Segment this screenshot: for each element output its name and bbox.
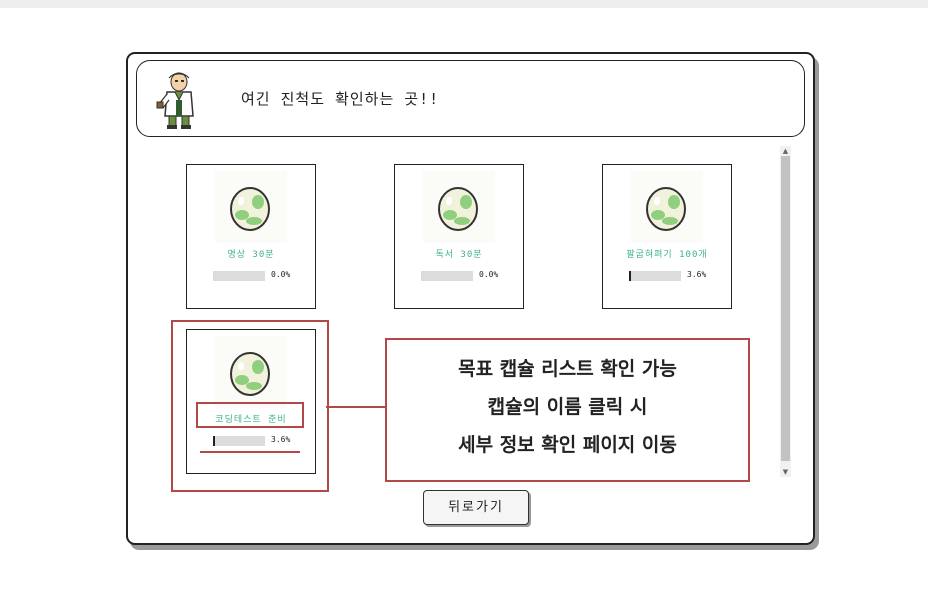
egg-icon <box>230 187 270 231</box>
back-button[interactable]: 뒤로가기 <box>423 490 529 525</box>
scroll-down-icon[interactable]: ▼ <box>780 467 791 477</box>
capsule-name[interactable]: 팔굽혀펴기 100개 <box>603 247 731 260</box>
annotation-callout: 목표 캡슐 리스트 확인 가능 캡슐의 이름 클릭 시 세부 정보 확인 페이지… <box>385 338 750 482</box>
capsule-name[interactable]: 독서 30분 <box>395 247 523 260</box>
progress-percent: 3.6% <box>687 270 707 279</box>
annotation-line: 세부 정보 확인 페이지 이동 <box>458 434 677 456</box>
annotation-line: 목표 캡슐 리스트 확인 가능 <box>458 358 677 380</box>
progress-bar <box>629 271 681 281</box>
page-title: 여긴 진척도 확인하는 곳!! <box>241 90 440 108</box>
progress-bar <box>421 271 473 281</box>
panel-header: 여긴 진척도 확인하는 곳!! <box>136 60 805 137</box>
top-bar <box>0 0 928 8</box>
egg-icon <box>646 187 686 231</box>
progress-percent: 0.0% <box>479 270 499 279</box>
annotation-line: 캡슐의 이름 클릭 시 <box>487 396 648 418</box>
annotation-underline <box>200 451 300 453</box>
egg-icon <box>438 187 478 231</box>
progress-percent: 0.0% <box>271 270 291 279</box>
scrollbar[interactable]: ▲ ▼ <box>780 146 791 477</box>
annotation-highlight-name <box>196 402 304 428</box>
scroll-thumb[interactable] <box>781 156 790 461</box>
progress-bar <box>213 271 265 281</box>
capsule-card-meditation[interactable]: 명상 30분 0.0% <box>186 164 316 309</box>
capsule-card-pushups[interactable]: 팔굽혀펴기 100개 3.6% <box>602 164 732 309</box>
capsule-name[interactable]: 명상 30분 <box>187 247 315 260</box>
annotation-connector <box>326 406 385 408</box>
professor-avatar-icon <box>156 72 194 129</box>
capsule-card-reading[interactable]: 독서 30분 0.0% <box>394 164 524 309</box>
scroll-up-icon[interactable]: ▲ <box>780 146 791 156</box>
